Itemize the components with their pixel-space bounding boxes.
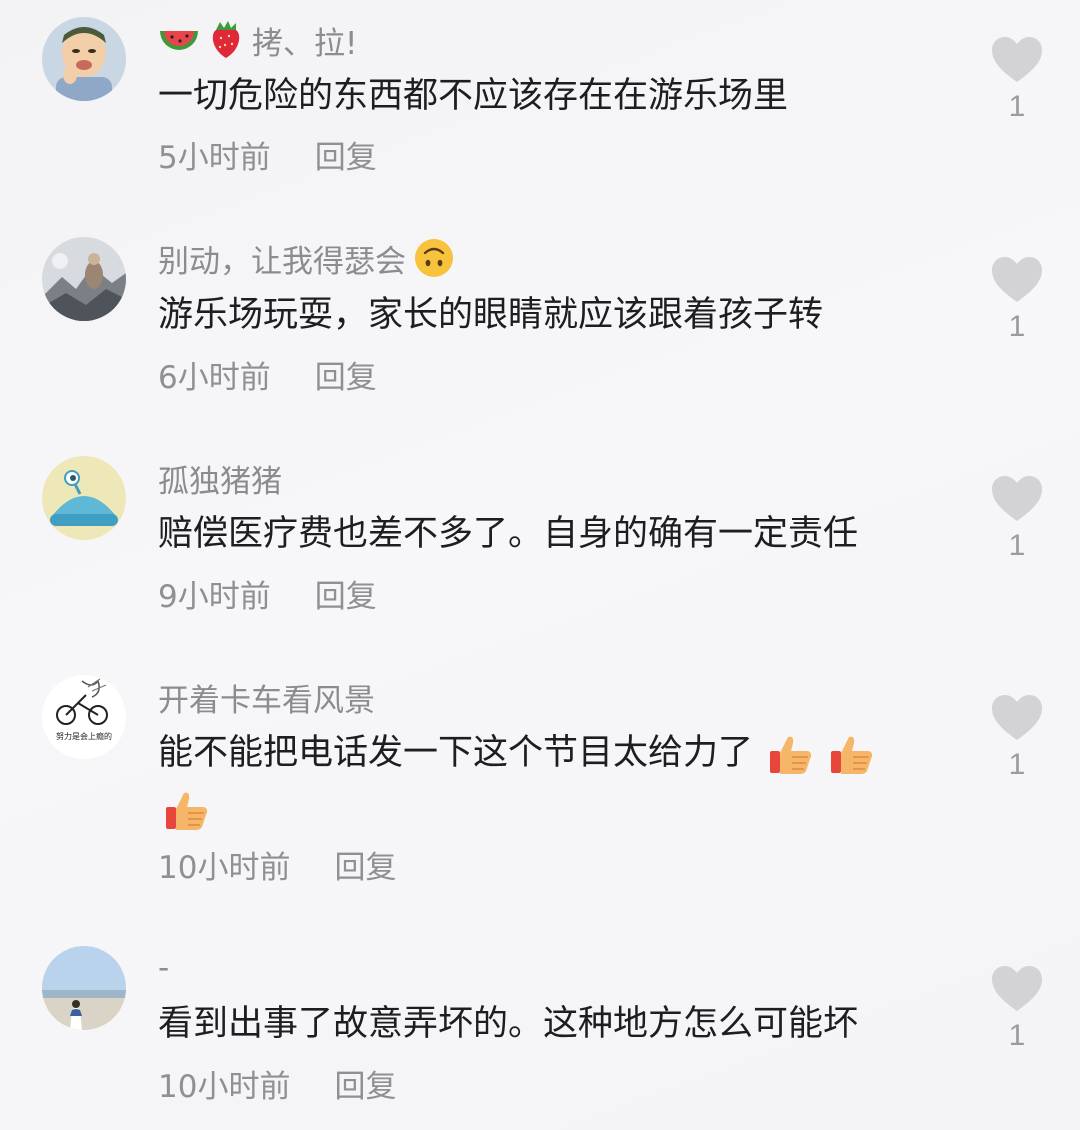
heart-icon[interactable] (990, 36, 1044, 84)
heart-icon[interactable] (990, 694, 1044, 742)
like-count: 1 (1008, 1019, 1026, 1052)
avatar[interactable]: 努力是会上瘾的 (42, 675, 126, 759)
comment-meta: 9小时前 回复 (158, 571, 377, 616)
reply-button[interactable]: 回复 (315, 132, 377, 177)
avatar-caption: 努力是会上瘾的 (56, 731, 112, 741)
username-label: 拷、拉! (252, 25, 358, 62)
timestamp: 10小时前 (158, 1069, 291, 1105)
comment-meta: 10小时前 回复 (158, 1061, 396, 1106)
avatar[interactable] (42, 946, 126, 1030)
thumbs-up-icon (166, 792, 208, 830)
avatar[interactable] (42, 456, 126, 540)
like-count: 1 (1008, 529, 1026, 562)
username[interactable]: 孤独猪猪 (158, 456, 282, 500)
like-count: 1 (1008, 90, 1026, 123)
comment-text: 能不能把电话发一下这个节目太给力了 (158, 725, 958, 837)
like-group: 1 (990, 36, 1044, 124)
timestamp: 6小时前 (158, 360, 271, 396)
avatar[interactable] (42, 17, 126, 101)
like-group: 1 (990, 256, 1044, 344)
comment-meta: 6小时前 回复 (158, 352, 377, 397)
timestamp: 9小时前 (158, 579, 271, 615)
upside-down-face-emoji (414, 238, 454, 278)
username[interactable]: 拷、拉! (158, 18, 357, 62)
heart-icon[interactable] (990, 256, 1044, 304)
username-label: 开着卡车看风景 (158, 682, 375, 719)
timestamp: 10小时前 (158, 850, 291, 886)
reply-button[interactable]: 回复 (334, 1061, 396, 1106)
username[interactable]: - (158, 946, 169, 990)
username[interactable]: 别动，让我得瑟会 (158, 236, 454, 280)
comment-text-content: 能不能把电话发一下这个节目太给力了 (158, 733, 754, 773)
like-count: 1 (1008, 310, 1026, 343)
thumbs-up-icon (831, 736, 873, 774)
comment-text: 游乐场玩耍，家长的眼睛就应该跟着孩子转 (158, 295, 824, 335)
like-group: 1 (990, 694, 1044, 782)
username-label: 孤独猪猪 (158, 463, 282, 500)
reply-button[interactable]: 回复 (315, 571, 377, 616)
like-group: 1 (990, 965, 1044, 1053)
username-label: - (158, 950, 170, 986)
like-count: 1 (1008, 748, 1026, 781)
heart-icon[interactable] (990, 965, 1044, 1013)
like-group: 1 (990, 475, 1044, 563)
strawberry-emoji (208, 20, 244, 60)
comment-text-line2 (158, 781, 958, 837)
username-label: 别动，让我得瑟会 (158, 243, 406, 280)
comment-text: 看到出事了故意弄坏的。这种地方怎么可能坏 (158, 1004, 859, 1044)
reply-button[interactable]: 回复 (315, 352, 377, 397)
username[interactable]: 开着卡车看风景 (158, 675, 375, 719)
watermelon-emoji (158, 23, 200, 57)
comment-text: 赔偿医疗费也差不多了。自身的确有一定责任 (158, 514, 859, 554)
timestamp: 5小时前 (158, 140, 271, 176)
comment-meta: 5小时前 回复 (158, 132, 377, 177)
avatar[interactable] (42, 237, 126, 321)
reply-button[interactable]: 回复 (334, 842, 396, 887)
comment-text: 一切危险的东西都不应该存在在游乐场里 (158, 76, 789, 116)
heart-icon[interactable] (990, 475, 1044, 523)
thumbs-up-icon (770, 736, 812, 774)
comment-meta: 10小时前 回复 (158, 842, 396, 887)
